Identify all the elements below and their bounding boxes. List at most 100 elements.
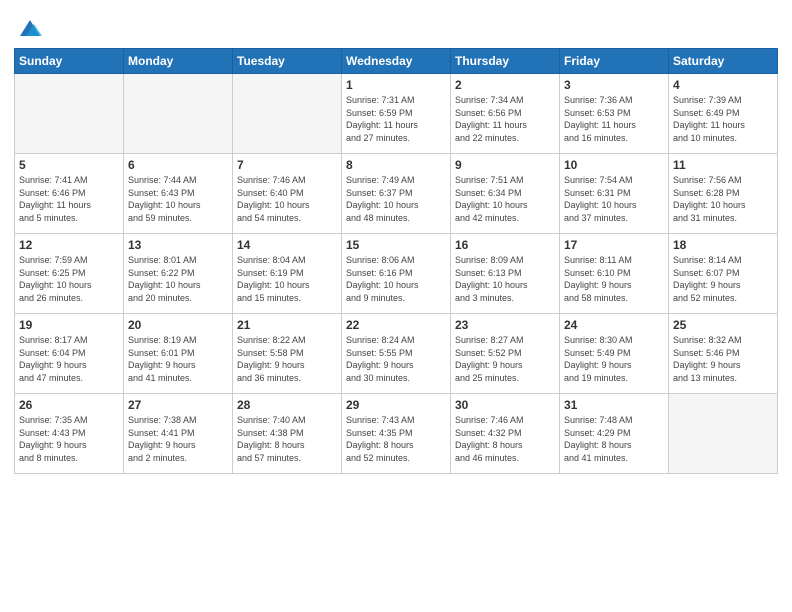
calendar-cell: 13 Sunrise: 8:01 AM Sunset: 6:22 PM Dayli…	[124, 234, 233, 314]
day-info: Sunrise: 7:46 AM Sunset: 6:40 PM Dayligh…	[237, 174, 337, 224]
day-info: Sunrise: 7:39 AM Sunset: 6:49 PM Dayligh…	[673, 94, 773, 144]
header	[14, 10, 778, 42]
calendar-cell: 24 Sunrise: 8:30 AM Sunset: 5:49 PM Dayli…	[560, 314, 669, 394]
calendar-cell: 4 Sunrise: 7:39 AM Sunset: 6:49 PM Daylig…	[669, 74, 778, 154]
day-number: 17	[564, 238, 664, 252]
calendar-cell: 31Sunrise: 7:48 AM Sunset: 4:29 PM Dayli…	[560, 394, 669, 474]
calendar-cell: 22 Sunrise: 8:24 AM Sunset: 5:55 PM Dayli…	[342, 314, 451, 394]
calendar-cell: 19 Sunrise: 8:17 AM Sunset: 6:04 PM Dayli…	[15, 314, 124, 394]
day-info: Sunrise: 7:46 AM Sunset: 4:32 PM Dayligh…	[455, 414, 555, 464]
day-number: 16	[455, 238, 555, 252]
calendar-cell: 18Sunrise: 8:14 AM Sunset: 6:07 PM Dayli…	[669, 234, 778, 314]
calendar-cell: 26Sunrise: 7:35 AM Sunset: 4:43 PM Dayli…	[15, 394, 124, 474]
calendar-cell	[124, 74, 233, 154]
calendar-cell: 12 Sunrise: 7:59 AM Sunset: 6:25 PM Dayli…	[15, 234, 124, 314]
day-number: 27	[128, 398, 228, 412]
calendar-cell: 21 Sunrise: 8:22 AM Sunset: 5:58 PM Dayli…	[233, 314, 342, 394]
logo	[14, 14, 44, 42]
day-number: 24	[564, 318, 664, 332]
day-number: 29	[346, 398, 446, 412]
calendar-cell: 9 Sunrise: 7:51 AM Sunset: 6:34 PM Daylig…	[451, 154, 560, 234]
day-info: Sunrise: 8:30 AM Sunset: 5:49 PM Dayligh…	[564, 334, 664, 384]
day-info: Sunrise: 8:01 AM Sunset: 6:22 PM Dayligh…	[128, 254, 228, 304]
day-info: Sunrise: 7:31 AM Sunset: 6:59 PM Dayligh…	[346, 94, 446, 144]
day-number: 5	[19, 158, 119, 172]
day-info: Sunrise: 7:43 AM Sunset: 4:35 PM Dayligh…	[346, 414, 446, 464]
day-info: Sunrise: 7:40 AM Sunset: 4:38 PM Dayligh…	[237, 414, 337, 464]
calendar-cell: 23 Sunrise: 8:27 AM Sunset: 5:52 PM Dayli…	[451, 314, 560, 394]
day-info: Sunrise: 7:41 AM Sunset: 6:46 PM Dayligh…	[19, 174, 119, 224]
week-row-0: 1 Sunrise: 7:31 AM Sunset: 6:59 PM Daylig…	[15, 74, 778, 154]
day-info: Sunrise: 8:27 AM Sunset: 5:52 PM Dayligh…	[455, 334, 555, 384]
day-number: 3	[564, 78, 664, 92]
day-number: 9	[455, 158, 555, 172]
day-info: Sunrise: 8:06 AM Sunset: 6:16 PM Dayligh…	[346, 254, 446, 304]
calendar-cell: 10Sunrise: 7:54 AM Sunset: 6:31 PM Dayli…	[560, 154, 669, 234]
weekday-header-sunday: Sunday	[15, 49, 124, 74]
calendar-cell: 29 Sunrise: 7:43 AM Sunset: 4:35 PM Dayli…	[342, 394, 451, 474]
day-info: Sunrise: 7:44 AM Sunset: 6:43 PM Dayligh…	[128, 174, 228, 224]
day-number: 20	[128, 318, 228, 332]
day-info: Sunrise: 7:38 AM Sunset: 4:41 PM Dayligh…	[128, 414, 228, 464]
week-row-4: 26Sunrise: 7:35 AM Sunset: 4:43 PM Dayli…	[15, 394, 778, 474]
week-row-3: 19 Sunrise: 8:17 AM Sunset: 6:04 PM Dayli…	[15, 314, 778, 394]
calendar-cell: 11Sunrise: 7:56 AM Sunset: 6:28 PM Dayli…	[669, 154, 778, 234]
day-number: 22	[346, 318, 446, 332]
day-number: 11	[673, 158, 773, 172]
calendar-cell: 3 Sunrise: 7:36 AM Sunset: 6:53 PM Daylig…	[560, 74, 669, 154]
calendar-cell: 14 Sunrise: 8:04 AM Sunset: 6:19 PM Dayli…	[233, 234, 342, 314]
day-number: 6	[128, 158, 228, 172]
day-number: 26	[19, 398, 119, 412]
calendar-cell: 17 Sunrise: 8:11 AM Sunset: 6:10 PM Dayli…	[560, 234, 669, 314]
day-info: Sunrise: 7:59 AM Sunset: 6:25 PM Dayligh…	[19, 254, 119, 304]
day-info: Sunrise: 7:36 AM Sunset: 6:53 PM Dayligh…	[564, 94, 664, 144]
day-number: 7	[237, 158, 337, 172]
day-number: 31	[564, 398, 664, 412]
calendar-cell: 25Sunrise: 8:32 AM Sunset: 5:46 PM Dayli…	[669, 314, 778, 394]
day-info: Sunrise: 7:34 AM Sunset: 6:56 PM Dayligh…	[455, 94, 555, 144]
day-info: Sunrise: 8:04 AM Sunset: 6:19 PM Dayligh…	[237, 254, 337, 304]
page-container: SundayMondayTuesdayWednesdayThursdayFrid…	[0, 0, 792, 482]
day-number: 4	[673, 78, 773, 92]
day-number: 19	[19, 318, 119, 332]
calendar-cell	[233, 74, 342, 154]
calendar-cell: 15 Sunrise: 8:06 AM Sunset: 6:16 PM Dayli…	[342, 234, 451, 314]
calendar-cell	[15, 74, 124, 154]
day-number: 1	[346, 78, 446, 92]
calendar-cell: 27 Sunrise: 7:38 AM Sunset: 4:41 PM Dayli…	[124, 394, 233, 474]
weekday-header-row: SundayMondayTuesdayWednesdayThursdayFrid…	[15, 49, 778, 74]
day-info: Sunrise: 7:49 AM Sunset: 6:37 PM Dayligh…	[346, 174, 446, 224]
day-info: Sunrise: 7:51 AM Sunset: 6:34 PM Dayligh…	[455, 174, 555, 224]
calendar-table: SundayMondayTuesdayWednesdayThursdayFrid…	[14, 48, 778, 474]
weekday-header-monday: Monday	[124, 49, 233, 74]
day-number: 28	[237, 398, 337, 412]
day-number: 21	[237, 318, 337, 332]
day-number: 25	[673, 318, 773, 332]
calendar-cell: 1 Sunrise: 7:31 AM Sunset: 6:59 PM Daylig…	[342, 74, 451, 154]
calendar-cell: 28 Sunrise: 7:40 AM Sunset: 4:38 PM Dayli…	[233, 394, 342, 474]
day-info: Sunrise: 8:19 AM Sunset: 6:01 PM Dayligh…	[128, 334, 228, 384]
day-number: 2	[455, 78, 555, 92]
day-info: Sunrise: 7:54 AM Sunset: 6:31 PM Dayligh…	[564, 174, 664, 224]
week-row-2: 12 Sunrise: 7:59 AM Sunset: 6:25 PM Dayli…	[15, 234, 778, 314]
weekday-header-friday: Friday	[560, 49, 669, 74]
calendar-cell: 5 Sunrise: 7:41 AM Sunset: 6:46 PM Daylig…	[15, 154, 124, 234]
day-number: 15	[346, 238, 446, 252]
day-info: Sunrise: 8:11 AM Sunset: 6:10 PM Dayligh…	[564, 254, 664, 304]
day-info: Sunrise: 8:09 AM Sunset: 6:13 PM Dayligh…	[455, 254, 555, 304]
day-number: 30	[455, 398, 555, 412]
day-number: 23	[455, 318, 555, 332]
calendar-cell: 6 Sunrise: 7:44 AM Sunset: 6:43 PM Daylig…	[124, 154, 233, 234]
calendar-cell: 30 Sunrise: 7:46 AM Sunset: 4:32 PM Dayli…	[451, 394, 560, 474]
week-row-1: 5 Sunrise: 7:41 AM Sunset: 6:46 PM Daylig…	[15, 154, 778, 234]
day-number: 14	[237, 238, 337, 252]
day-info: Sunrise: 8:17 AM Sunset: 6:04 PM Dayligh…	[19, 334, 119, 384]
day-number: 8	[346, 158, 446, 172]
calendar-cell: 20 Sunrise: 8:19 AM Sunset: 6:01 PM Dayli…	[124, 314, 233, 394]
day-number: 12	[19, 238, 119, 252]
day-info: Sunrise: 8:14 AM Sunset: 6:07 PM Dayligh…	[673, 254, 773, 304]
day-number: 13	[128, 238, 228, 252]
calendar-cell: 2 Sunrise: 7:34 AM Sunset: 6:56 PM Daylig…	[451, 74, 560, 154]
day-info: Sunrise: 8:22 AM Sunset: 5:58 PM Dayligh…	[237, 334, 337, 384]
day-info: Sunrise: 8:24 AM Sunset: 5:55 PM Dayligh…	[346, 334, 446, 384]
